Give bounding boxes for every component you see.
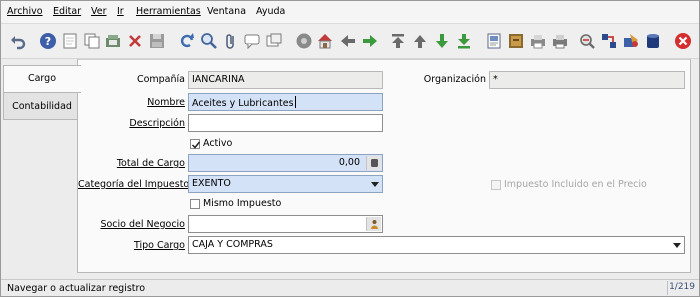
total-charge-field[interactable]: 0,00	[188, 154, 383, 172]
tax-category-select[interactable]: EXENTO	[188, 175, 383, 193]
calculator-button[interactable]	[366, 156, 381, 170]
total-charge-label: Total de Cargo	[78, 158, 185, 169]
total-charge-value: 0,00	[338, 157, 360, 168]
description-label-text: Descripción	[129, 118, 185, 129]
description-label: Descripción	[78, 118, 185, 129]
zoom-across-icon[interactable]	[578, 32, 596, 50]
business-partner-label: Socio del Negocio	[78, 219, 185, 230]
home-icon[interactable]	[316, 32, 334, 50]
tab-contabilidad[interactable]: Contabilidad	[3, 92, 79, 120]
business-partner-label-text: Socio del Negocio	[100, 219, 185, 230]
menu-icon[interactable]	[295, 32, 313, 50]
company-label: Compañía	[136, 74, 185, 85]
chevron-down-icon	[368, 176, 382, 192]
active-checkbox[interactable]	[190, 139, 201, 149]
name-value: Aceites y Lubricantes	[192, 98, 294, 109]
help-icon[interactable]: ?	[39, 32, 57, 50]
history-icon[interactable]	[265, 32, 283, 50]
tax-included-label: Impuesto Incluido en el Precio	[504, 179, 647, 190]
tax-included-checkbox	[491, 180, 501, 190]
tab-strip: Cargo Contabilidad	[1, 59, 81, 279]
same-tax-checkbox[interactable]	[190, 199, 200, 209]
menu-editar-label: Editar	[53, 6, 82, 17]
delete-icon[interactable]	[104, 32, 122, 50]
menu-ayuda[interactable]: Ayuda	[256, 6, 285, 17]
record-counter[interactable]: 1/219	[667, 281, 699, 295]
chat-icon[interactable]	[243, 32, 261, 50]
menu-herramientas-label: Herramientas	[136, 6, 201, 17]
active-workflows-icon[interactable]	[600, 32, 618, 50]
business-partner-lookup-button[interactable]	[366, 217, 381, 231]
svg-text:?: ?	[45, 35, 51, 48]
organization-label: Organización	[423, 74, 486, 85]
menu-ir-label: Ir	[117, 6, 124, 17]
menu-herramientas[interactable]: Herramientas	[136, 6, 201, 17]
name-label: Nombre	[78, 97, 185, 108]
partner-lookup-icon	[371, 220, 378, 229]
name-field[interactable]: Aceites y Lubricantes	[188, 93, 383, 111]
menu-ventana-label: Ventana	[207, 6, 247, 17]
forward-icon[interactable]	[361, 32, 379, 50]
previous-record-icon[interactable]	[411, 32, 429, 50]
organization-field: *	[489, 71, 685, 89]
print-preview-icon[interactable]	[529, 32, 547, 50]
print-icon[interactable]	[551, 32, 569, 50]
attachment-icon[interactable]	[222, 32, 240, 50]
menu-ayuda-label: Ayuda	[256, 6, 286, 17]
menu-bar: Archivo Editar Ver Ir Herramientas Venta…	[1, 1, 699, 24]
status-bar: Navegar o actualizar registro 1/219	[1, 279, 699, 296]
report-icon[interactable]	[485, 32, 503, 50]
charge-type-value: CAJA Y COMPRAS	[192, 239, 273, 250]
charge-type-select[interactable]: CAJA Y COMPRAS	[188, 236, 685, 254]
charge-type-label: Tipo Cargo	[78, 240, 185, 251]
application-window: Archivo Editar Ver Ir Herramientas Venta…	[0, 0, 700, 297]
menu-ver[interactable]: Ver	[91, 6, 107, 17]
new-record-icon[interactable]	[61, 32, 79, 50]
calculator-icon	[371, 159, 378, 167]
tax-category-value: EXENTO	[192, 178, 231, 189]
next-record-icon[interactable]	[433, 32, 451, 50]
chevron-down-icon	[670, 237, 684, 253]
description-field[interactable]	[188, 114, 383, 132]
menu-ver-label: Ver	[91, 6, 107, 17]
toolbar: ?	[1, 24, 699, 59]
status-message: Navegar o actualizar registro	[7, 283, 146, 294]
same-tax-label: Mismo Impuesto	[203, 198, 282, 209]
total-charge-label-text: Total de Cargo	[116, 158, 185, 169]
menu-archivo-label: Archivo	[7, 6, 43, 17]
exit-icon[interactable]	[674, 32, 692, 50]
first-record-icon[interactable]	[389, 32, 407, 50]
tax-category-label-text: Categoría del Impuesto	[78, 179, 190, 190]
delete-selection-icon[interactable]	[126, 32, 144, 50]
undo-icon[interactable]	[9, 32, 27, 50]
company-field: IANCARINA	[188, 71, 383, 89]
tab-cargo-label: Cargo	[27, 73, 57, 84]
menu-ventana[interactable]: Ventana	[207, 6, 246, 17]
last-record-icon[interactable]	[455, 32, 473, 50]
archive-icon[interactable]	[507, 32, 525, 50]
copy-record-icon[interactable]	[83, 32, 101, 50]
menu-editar[interactable]: Editar	[53, 6, 81, 17]
business-partner-field[interactable]	[188, 215, 383, 233]
menu-archivo[interactable]: Archivo	[7, 6, 43, 17]
name-label-text: Nombre	[147, 97, 185, 108]
save-icon[interactable]	[148, 32, 166, 50]
requests-icon[interactable]	[622, 32, 640, 50]
tax-category-label: Categoría del Impuesto	[78, 179, 189, 190]
tab-contabilidad-label: Contabilidad	[12, 101, 72, 112]
menu-ir[interactable]: Ir	[117, 6, 124, 17]
find-icon[interactable]	[200, 32, 218, 50]
product-info-icon[interactable]	[644, 32, 662, 50]
active-checkbox-label: Activo	[203, 138, 233, 149]
text-caret	[294, 96, 296, 108]
tab-cargo[interactable]: Cargo	[3, 65, 81, 93]
back-icon[interactable]	[339, 32, 357, 50]
record-form-panel: Compañía IANCARINA Organización * Nombre…	[77, 59, 691, 273]
refresh-icon[interactable]	[178, 32, 196, 50]
charge-type-label-underlined: Tipo Cargo	[133, 240, 185, 251]
